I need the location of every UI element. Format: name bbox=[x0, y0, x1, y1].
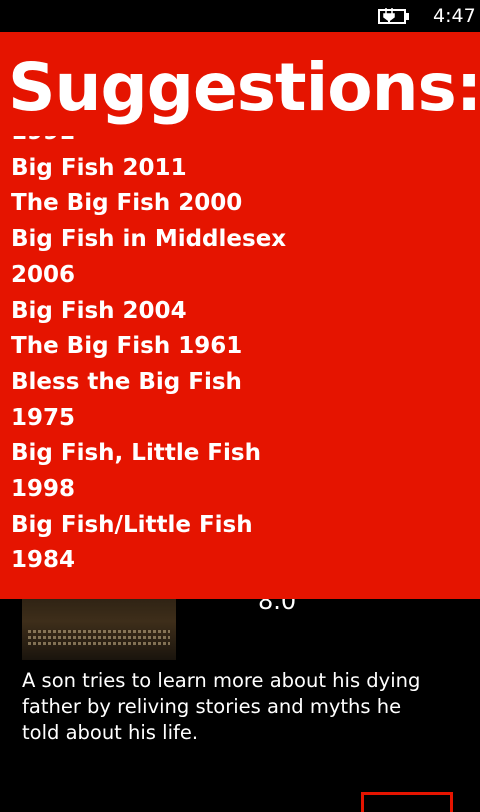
suggestion-item[interactable]: 1975 bbox=[11, 401, 471, 437]
battery-charging-icon bbox=[378, 8, 409, 24]
action-button[interactable] bbox=[361, 792, 453, 812]
suggestions-title: Suggestions: bbox=[8, 49, 480, 126]
suggestion-item[interactable]: Big Fish/Little Fish bbox=[11, 508, 471, 544]
suggestion-item[interactable]: 2006 bbox=[11, 258, 471, 294]
suggestion-item[interactable]: The Big Fish 2000 bbox=[11, 186, 471, 222]
suggestion-item[interactable]: Big Fish, Little Fish bbox=[11, 436, 471, 472]
suggestions-track: 1991 Big Fish 2011 The Big Fish 2000 Big… bbox=[11, 136, 471, 579]
suggestion-item[interactable]: Big Fish in Middlesex bbox=[11, 222, 471, 258]
status-bar: 4:47 bbox=[0, 0, 480, 32]
suggestions-panel: Suggestions: 1991 Big Fish 2011 The Big … bbox=[0, 32, 480, 599]
suggestion-item[interactable]: 1991 bbox=[11, 136, 471, 151]
suggestion-item[interactable]: 1998 bbox=[11, 472, 471, 508]
suggestion-item[interactable]: 1984 bbox=[11, 543, 471, 579]
clock: 4:47 bbox=[433, 5, 476, 27]
suggestion-item[interactable]: Big Fish 2011 bbox=[11, 151, 471, 187]
movie-synopsis: A son tries to learn more about his dyin… bbox=[22, 669, 421, 744]
suggestion-item[interactable]: Bless the Big Fish bbox=[11, 365, 471, 401]
suggestion-item[interactable]: The Big Fish 1961 bbox=[11, 329, 471, 365]
movie-poster[interactable] bbox=[22, 590, 176, 660]
suggestion-item[interactable]: Big Fish 2004 bbox=[11, 294, 471, 330]
suggestions-list[interactable]: 1991 Big Fish 2011 The Big Fish 2000 Big… bbox=[11, 136, 471, 599]
